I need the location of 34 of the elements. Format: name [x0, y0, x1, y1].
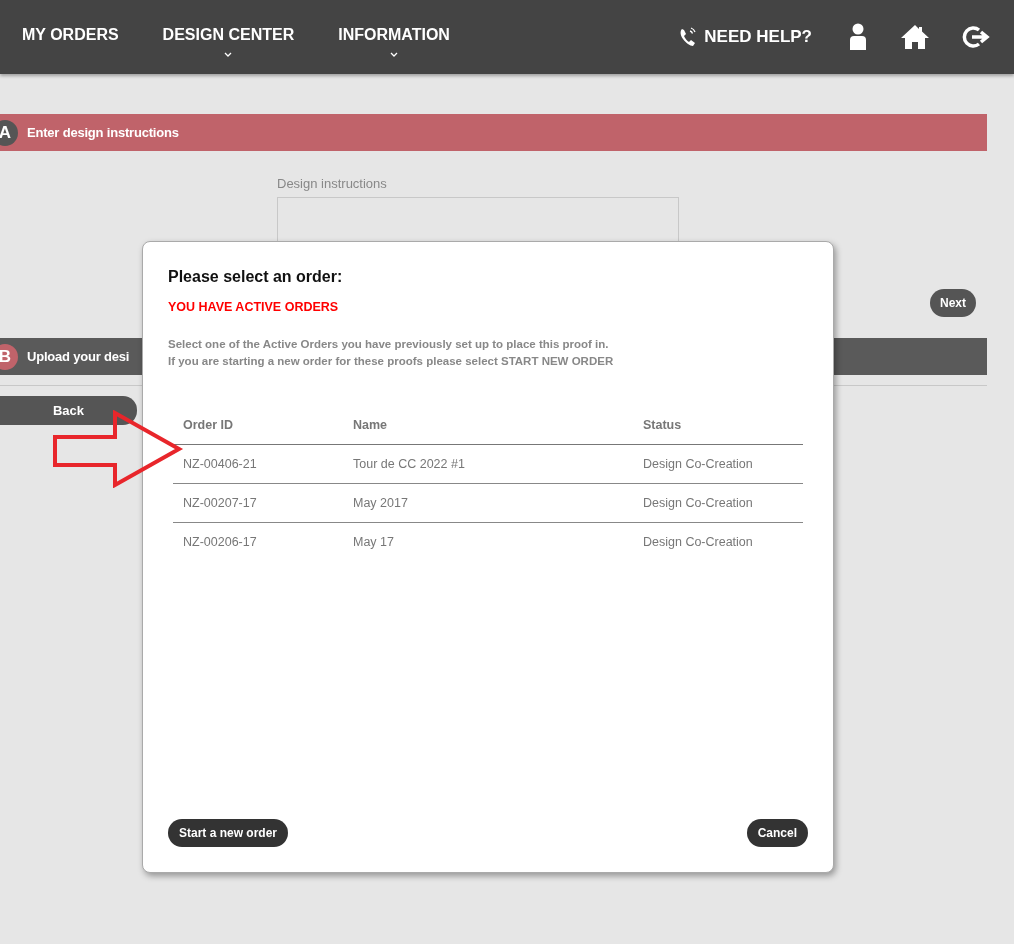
user-icon[interactable]	[848, 23, 868, 51]
nav-menu-item[interactable]: DESIGN CENTER	[162, 26, 295, 57]
table-cell[interactable]: NZ-00206-17	[173, 522, 343, 561]
column-header: Status	[633, 406, 803, 445]
table-cell[interactable]: NZ-00406-21	[173, 444, 343, 484]
instruction-text: If you are starting a new order for these proofs please select START NEW ORDER	[168, 354, 615, 369]
column-header: Order ID	[173, 406, 343, 445]
section-title: Upload your desi	[27, 349, 130, 364]
section-title: Enter design instructions	[27, 125, 179, 140]
field-label: Design instructions	[277, 176, 388, 191]
logout-icon[interactable]	[962, 25, 992, 49]
chevron-down-icon	[390, 52, 399, 57]
next-button[interactable]: Next	[930, 289, 976, 317]
alert-text: YOU HAVE ACTIVE ORDERS	[168, 300, 340, 314]
table-cell[interactable]: May 2017	[343, 483, 633, 523]
cancel-button[interactable]: Cancel	[746, 819, 808, 847]
table-cell[interactable]: Design Co-Creation	[633, 522, 803, 561]
table-cell[interactable]: Design Co-Creation	[633, 444, 803, 484]
need-help-link[interactable]: NEED HELP?	[704, 27, 812, 47]
home-icon[interactable]	[900, 24, 930, 50]
step-badge: B	[0, 343, 18, 370]
table-cell[interactable]: Design Co-Creation	[633, 483, 803, 523]
chevron-down-icon	[224, 52, 233, 57]
dialog-title: Please select an order:	[168, 268, 344, 286]
table-cell[interactable]: May 17	[343, 522, 633, 561]
table-cell[interactable]: Tour de CC 2022 #1	[343, 444, 633, 484]
nav-menu-item[interactable]: MY ORDERS	[22, 26, 119, 44]
table-cell[interactable]: NZ-00207-17	[173, 483, 343, 523]
step-badge: A	[0, 119, 18, 146]
start-new-order-button[interactable]: Start a new order	[168, 819, 289, 847]
nav-menu-item[interactable]: INFORMATION	[338, 26, 450, 57]
instruction-text: Select one of the Active Orders you have previously set up to place this proof in.	[168, 337, 610, 352]
back-button[interactable]: Back	[0, 396, 137, 425]
column-header: Name	[343, 406, 633, 445]
